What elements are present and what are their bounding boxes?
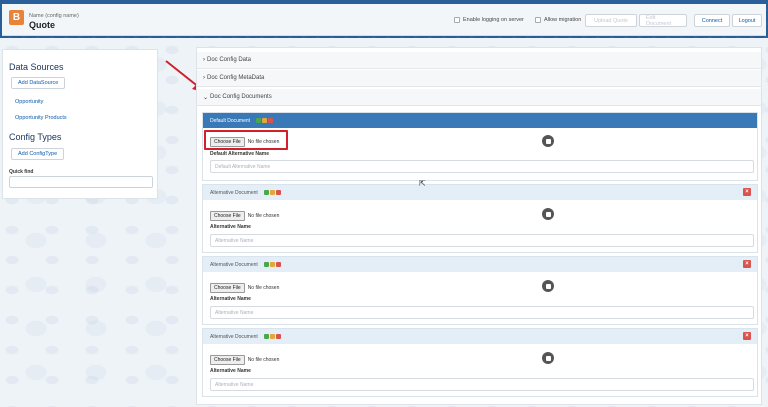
- add-datasource-button[interactable]: Add DataSource: [11, 77, 66, 89]
- save-icon[interactable]: [542, 208, 554, 220]
- document-header: Alternative Document: [203, 329, 757, 344]
- move-up-icon[interactable]: [263, 334, 269, 339]
- datasource-item[interactable]: Opportunity Products: [15, 115, 67, 121]
- alternative-name-field[interactable]: [215, 309, 753, 316]
- chevron-down-icon: ⌄: [203, 94, 209, 101]
- enable-logging-label: Enable logging on server: [463, 17, 524, 23]
- file-upload: Choose File No file chosen: [210, 283, 279, 293]
- config-subtitle: Name (config name): [29, 13, 79, 19]
- remove-icon[interactable]: [275, 190, 281, 195]
- field-label: Default Alternative Name: [210, 151, 269, 157]
- quick-find-label: Quick find: [9, 169, 34, 175]
- document-title: Alternative Document: [210, 333, 258, 340]
- alternative-name-field[interactable]: [215, 381, 753, 388]
- document-header: Alternative Document: [203, 185, 757, 200]
- no-file-label: No file chosen: [247, 357, 280, 363]
- app-logo-icon: B: [9, 10, 24, 25]
- edit-document-button[interactable]: Edit Document: [639, 14, 687, 27]
- checkbox-icon[interactable]: [454, 17, 460, 23]
- allow-migration-checkbox[interactable]: Allow migration: [535, 17, 581, 23]
- enable-logging-checkbox[interactable]: Enable logging on server: [454, 17, 524, 23]
- allow-migration-label: Allow migration: [544, 17, 582, 23]
- alternative-name-input[interactable]: [210, 306, 754, 319]
- close-icon[interactable]: ×: [743, 260, 751, 268]
- datasource-item[interactable]: Opportunity: [15, 99, 43, 105]
- section-label: Doc Config Documents: [210, 94, 272, 100]
- remove-icon[interactable]: [275, 334, 281, 339]
- mouse-cursor-icon: ⇱: [419, 179, 426, 188]
- config-types-title: Config Types: [9, 132, 62, 142]
- close-icon[interactable]: ×: [743, 332, 751, 340]
- close-icon[interactable]: ×: [743, 188, 751, 196]
- connect-button[interactable]: Connect: [694, 14, 730, 27]
- move-down-icon[interactable]: [269, 262, 275, 267]
- section-doc-config-data[interactable]: › Doc Config Data: [197, 52, 761, 69]
- field-label: Alternative Name: [210, 368, 251, 374]
- remove-icon[interactable]: [275, 262, 281, 267]
- app-header: B Name (config name) Quote Enable loggin…: [2, 4, 766, 36]
- section-label: Doc Config Data: [207, 57, 252, 63]
- upload-button[interactable]: Upload Quote: [585, 14, 637, 27]
- move-up-icon[interactable]: [263, 262, 269, 267]
- file-upload: Choose File No file chosen: [210, 211, 279, 221]
- highlight-annotation: [204, 130, 288, 150]
- section-doc-config-metadata[interactable]: › Doc Config MetaData: [197, 70, 761, 87]
- alternative-name-field[interactable]: [215, 163, 753, 170]
- logout-button[interactable]: Logout: [732, 14, 762, 27]
- move-down-icon[interactable]: [269, 334, 275, 339]
- field-label: Alternative Name: [210, 296, 251, 302]
- alternative-name-input[interactable]: [210, 160, 754, 173]
- choose-file-button[interactable]: Choose File: [210, 211, 245, 221]
- main-panel: › Doc Config Data › Doc Config MetaData …: [196, 47, 762, 405]
- data-sources-title: Data Sources: [9, 62, 64, 72]
- section-label: Doc Config MetaData: [207, 75, 265, 81]
- config-title: Quote: [29, 20, 55, 30]
- left-sidebar: Data Sources Add DataSource Opportunity …: [2, 49, 158, 199]
- field-label: Alternative Name: [210, 224, 251, 230]
- alternative-document-card: Alternative Document × Choose File No fi…: [202, 184, 758, 253]
- document-title: Alternative Document: [210, 189, 258, 196]
- move-up-icon[interactable]: [256, 118, 262, 123]
- no-file-label: No file chosen: [247, 285, 280, 291]
- alternative-document-card: Alternative Document × Choose File No fi…: [202, 256, 758, 325]
- alternative-document-card: Alternative Document × Choose File No fi…: [202, 328, 758, 397]
- move-up-icon[interactable]: [263, 190, 269, 195]
- document-header: Default Document: [203, 113, 757, 128]
- alternative-name-field[interactable]: [215, 237, 753, 244]
- checkbox-icon[interactable]: [535, 17, 541, 23]
- remove-icon[interactable]: [268, 118, 274, 123]
- alternative-name-input[interactable]: [210, 378, 754, 391]
- choose-file-button[interactable]: Choose File: [210, 355, 245, 365]
- save-icon[interactable]: [542, 135, 554, 147]
- section-doc-config-documents[interactable]: ⌄ Doc Config Documents: [197, 89, 761, 106]
- no-file-label: No file chosen: [247, 213, 280, 219]
- save-icon[interactable]: [542, 352, 554, 364]
- chevron-right-icon: ›: [203, 75, 205, 81]
- save-icon[interactable]: [542, 280, 554, 292]
- quick-find-input[interactable]: [9, 176, 153, 188]
- document-title: Alternative Document: [210, 261, 258, 268]
- move-down-icon[interactable]: [262, 118, 268, 123]
- add-configtype-button[interactable]: Add ConfigType: [11, 148, 65, 160]
- document-title: Default Document: [210, 117, 251, 124]
- choose-file-button[interactable]: Choose File: [210, 283, 245, 293]
- move-down-icon[interactable]: [269, 190, 275, 195]
- file-upload: Choose File No file chosen: [210, 355, 279, 365]
- alternative-name-input[interactable]: [210, 234, 754, 247]
- chevron-right-icon: ›: [203, 57, 205, 63]
- document-header: Alternative Document: [203, 257, 757, 272]
